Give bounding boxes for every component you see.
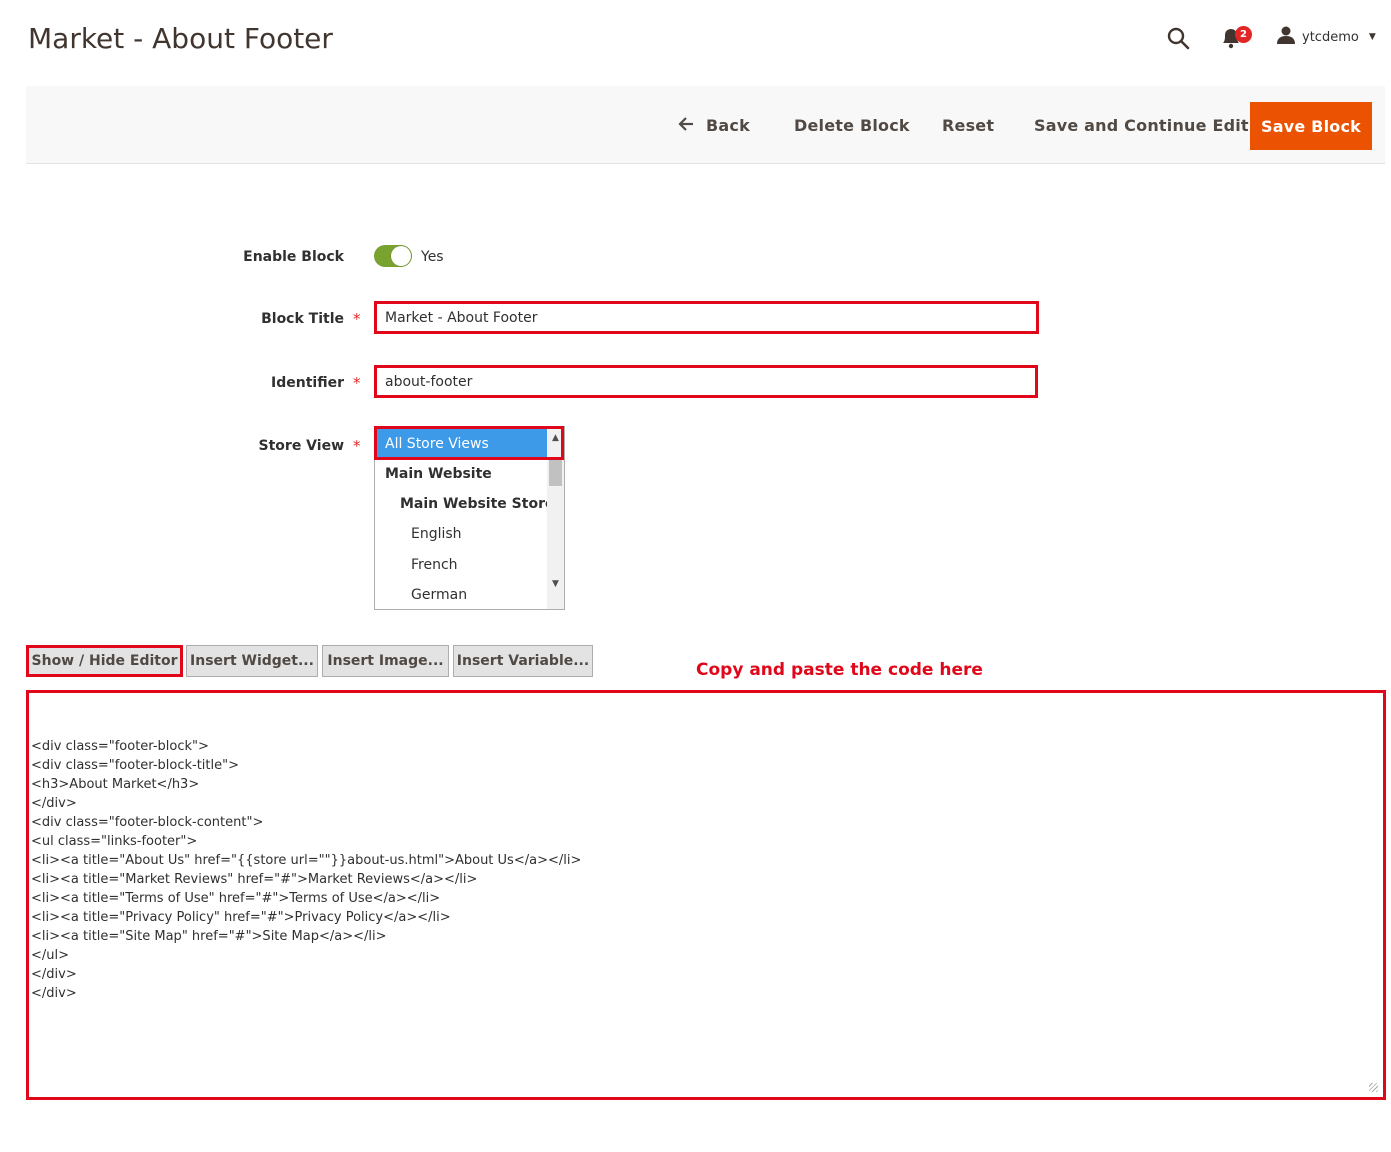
username: ytcdemo: [1302, 29, 1359, 45]
enable-block-label: Enable Block: [243, 249, 344, 265]
toggle-knob: [391, 246, 411, 266]
back-button[interactable]: Back: [678, 102, 750, 148]
code-line: </ul>: [31, 948, 70, 963]
chevron-down-icon: ▼: [1368, 32, 1376, 42]
reset-button[interactable]: Reset: [942, 102, 994, 148]
block-title-input[interactable]: [374, 301, 1039, 334]
chevron-down-icon[interactable]: ▼: [547, 575, 564, 592]
identifier-input[interactable]: [374, 365, 1038, 398]
user-icon: [1276, 25, 1296, 49]
code-line: <li><a title="About Us" href="{{store ur…: [31, 853, 582, 868]
enable-block-toggle[interactable]: [374, 245, 412, 267]
arrow-left-icon: [678, 116, 694, 135]
store-option-french[interactable]: French: [375, 550, 564, 580]
show-hide-editor-button[interactable]: Show / Hide Editor: [26, 645, 183, 677]
code-line: <ul class="links-footer">: [31, 834, 198, 849]
save-and-continue-button[interactable]: Save and Continue Edit: [1034, 102, 1249, 148]
code-line: <li><a title="Privacy Policy" href="#">P…: [31, 910, 451, 925]
store-option-english[interactable]: English: [375, 519, 564, 549]
code-line: <li><a title="Market Reviews" href="#">M…: [31, 872, 478, 887]
required-indicator: *: [353, 310, 361, 328]
insert-image-button[interactable]: Insert Image...: [322, 645, 449, 677]
code-line: <li><a title="Site Map" href="#">Site Ma…: [31, 929, 387, 944]
code-line: </div>: [31, 796, 77, 811]
code-line: <div class="footer-block-title">: [31, 758, 239, 773]
code-line: <li><a title="Terms of Use" href="#">Ter…: [31, 891, 441, 906]
save-block-button[interactable]: Save Block: [1250, 102, 1372, 150]
page-actions-toolbar: Back Delete Block Reset Save and Continu…: [26, 86, 1385, 164]
store-option-all-store-views[interactable]: All Store Views: [375, 429, 555, 459]
search-icon[interactable]: [1166, 26, 1194, 54]
user-account-menu[interactable]: ytcdemo ▼: [1276, 26, 1376, 48]
required-indicator: *: [353, 437, 361, 455]
required-indicator: *: [353, 374, 361, 392]
store-option-german[interactable]: German: [375, 580, 564, 609]
enable-block-value: Yes: [421, 249, 444, 265]
content-textarea[interactable]: <div class="footer-block"> <div class="fo…: [26, 690, 1386, 1100]
insert-widget-button[interactable]: Insert Widget...: [186, 645, 318, 677]
code-line: </div>: [31, 986, 77, 1001]
chevron-up-icon[interactable]: ▲: [547, 429, 564, 446]
store-option-main-website-store[interactable]: Main Website Store: [375, 489, 564, 519]
store-view-label: Store View: [258, 438, 344, 454]
store-view-scrollbar[interactable]: ▲ ▼: [547, 427, 564, 609]
delete-block-button[interactable]: Delete Block: [794, 102, 910, 148]
identifier-label: Identifier: [271, 375, 344, 391]
block-title-label: Block Title: [261, 311, 344, 327]
resize-handle[interactable]: [1369, 1083, 1378, 1092]
instruction-annotation: Copy and paste the code here: [696, 660, 983, 680]
notification-count-badge: 2: [1235, 26, 1252, 43]
insert-variable-button[interactable]: Insert Variable...: [453, 645, 593, 677]
page-title: Market - About Footer: [28, 22, 333, 55]
store-option-main-website[interactable]: Main Website: [375, 459, 555, 489]
code-line: <div class="footer-block-content">: [31, 815, 264, 830]
back-label: Back: [706, 115, 750, 135]
code-line: </div>: [31, 967, 77, 982]
code-line: <h3>About Market</h3>: [31, 777, 200, 792]
scroll-thumb[interactable]: [549, 460, 562, 486]
store-view-multiselect[interactable]: All Store Views Main Website Main Websit…: [374, 426, 565, 610]
code-line: <div class="footer-block">: [31, 739, 209, 754]
